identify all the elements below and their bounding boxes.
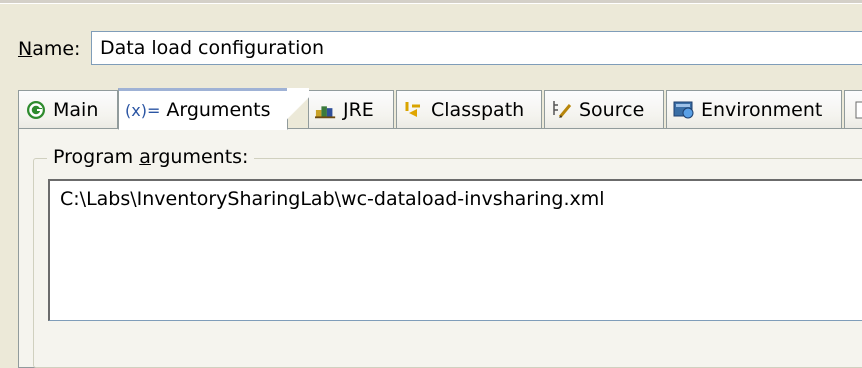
tab-overflow[interactable] xyxy=(844,90,862,128)
arguments-icon: (x)= xyxy=(125,100,161,120)
launch-config-tabs: Main (x)= Arguments JRE Classpath Source… xyxy=(18,88,862,130)
program-arguments-mnemonic: a xyxy=(139,146,151,168)
name-label-mnemonic: N xyxy=(18,38,33,60)
jre-books-icon xyxy=(315,99,337,121)
program-arguments-label-post: rguments: xyxy=(150,146,249,168)
environment-icon xyxy=(673,99,695,121)
main-launch-icon xyxy=(25,99,47,121)
tab-arguments-label: Arguments xyxy=(166,99,271,121)
name-label-rest: ame: xyxy=(32,38,81,60)
program-arguments-label: Program arguments: xyxy=(47,145,255,169)
window-top-edge xyxy=(0,0,862,4)
common-tab-icon xyxy=(851,99,862,121)
name-label: Name: xyxy=(18,37,80,61)
tab-classpath-label: Classpath xyxy=(431,98,525,121)
tab-jre-label: JRE xyxy=(343,98,374,121)
program-arguments-textarea[interactable]: C:\Labs\InventorySharingLab\wc-dataload-… xyxy=(48,179,862,321)
tab-environment-label: Environment xyxy=(701,98,823,121)
tab-source-label: Source xyxy=(579,98,645,121)
tab-arguments[interactable]: (x)= Arguments xyxy=(118,88,309,130)
tab-source[interactable]: Source xyxy=(544,90,664,128)
classpath-icon xyxy=(403,99,425,121)
source-icon xyxy=(551,99,573,121)
tab-main[interactable]: Main xyxy=(18,90,118,128)
name-input[interactable]: Data load configuration xyxy=(91,31,862,65)
tab-classpath[interactable]: Classpath xyxy=(396,90,542,128)
tab-main-label: Main xyxy=(53,98,99,121)
tab-jre[interactable]: JRE xyxy=(308,90,394,128)
program-arguments-label-pre: Program xyxy=(53,146,140,168)
tab-environment[interactable]: Environment xyxy=(666,90,842,128)
